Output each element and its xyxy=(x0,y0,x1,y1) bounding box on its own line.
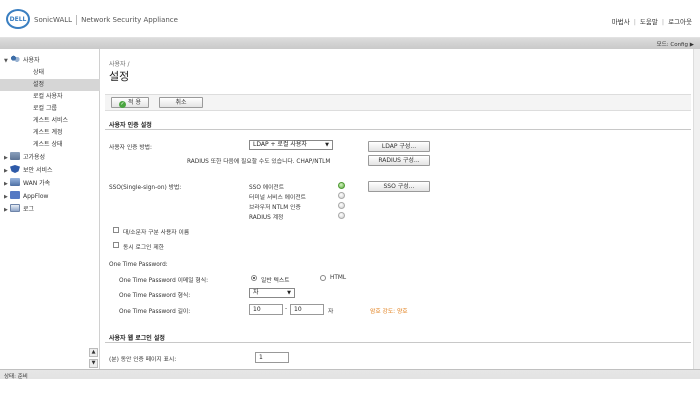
sso-config-button[interactable]: SSO 구성... xyxy=(368,181,430,192)
sidebar-item-high-availability[interactable]: ▶ 고가용성 xyxy=(0,152,100,164)
web-login-section-title: 사용자 웹 로그인 설정 xyxy=(109,335,165,342)
brand-name: SonicWALL xyxy=(34,16,73,24)
dell-logo: DELL xyxy=(6,9,30,29)
sidebar: ▼ 사용자 상태 설정 로컬 사용자 로컬 그룹 게스트 서비스 게스트 계정 게… xyxy=(0,49,100,369)
brand-divider xyxy=(76,15,78,25)
auth-section-title: 사용자 인증 설정 xyxy=(109,122,152,129)
sidebar-item-label: AppFlow xyxy=(23,193,49,200)
logout-link[interactable]: 로그아웃 xyxy=(668,18,692,26)
otp-length-label: One Time Password 길이: xyxy=(119,309,191,315)
section-divider xyxy=(105,129,691,130)
sidebar-item-settings[interactable]: 설정 xyxy=(0,79,100,91)
otp-type-select[interactable]: 자 ▼ xyxy=(249,288,295,298)
sidebar-item-guest-accounts[interactable]: 게스트 계정 xyxy=(0,127,100,139)
log-icon xyxy=(10,204,20,212)
wan-icon xyxy=(10,178,20,186)
sidebar-item-label: WAN 가속 xyxy=(23,180,51,187)
main-content: 사용자 / 설정 ✓ 적 용 취소 사용자 인증 설정 사용자 인증 방법: LD… xyxy=(101,49,693,369)
sidebar-item-guest-services[interactable]: 게스트 서비스 xyxy=(0,115,100,127)
sso-method-label: SSO(Single-sign-on) 방법: xyxy=(109,185,182,191)
case-sensitive-checkbox[interactable] xyxy=(113,227,119,233)
header: DELL SonicWALL Network Security Appliance… xyxy=(0,0,700,38)
check-icon: ✓ xyxy=(119,101,127,108)
dropdown-arrow-icon: ▼ xyxy=(325,142,329,148)
apply-label: 적 용 xyxy=(128,99,141,106)
status-strip xyxy=(0,379,700,409)
browser-ntlm-label: 브라우저 NTLM 인증 xyxy=(249,205,301,211)
sidebar-item-local-users[interactable]: 로컬 사용자 xyxy=(0,91,100,103)
sidebar-item-appflow[interactable]: ▶ AppFlow xyxy=(0,191,100,203)
sidebar-item-label: 보안 서비스 xyxy=(23,167,53,174)
sidebar-item-log[interactable]: ▶ 로그 xyxy=(0,204,100,216)
logo-text: DELL xyxy=(9,15,27,23)
ldap-config-button[interactable]: LDAP 구성... xyxy=(368,141,430,152)
terminal-agent-label: 터미널 서비스 에이전트 xyxy=(249,195,307,201)
help-link[interactable]: 도움말 xyxy=(640,18,658,26)
page-title: 설정 xyxy=(109,70,130,83)
sidebar-scroll-down-button[interactable]: ▼ xyxy=(89,359,98,368)
auth-page-duration-input[interactable]: 1 xyxy=(255,352,289,363)
sidebar-item-label: 고가용성 xyxy=(23,154,46,161)
appflow-icon xyxy=(10,191,20,199)
otp-plain-radio[interactable] xyxy=(251,275,257,281)
sso-agent-label: SSO 에이전트 xyxy=(249,185,285,191)
brand: SonicWALL Network Security Appliance xyxy=(34,15,178,25)
breadcrumb: 사용자 / xyxy=(109,61,130,68)
case-sensitive-label: 대/소문자 구분 사용자 이름 xyxy=(123,230,190,236)
otp-min-length-input[interactable]: 10 xyxy=(249,304,283,315)
status-bar: 상태: 준비 xyxy=(0,369,700,409)
sidebar-item-label: 로그 xyxy=(23,206,35,213)
dropdown-arrow-icon: ▼ xyxy=(287,290,291,296)
otp-max-length-input[interactable]: 10 xyxy=(290,304,324,315)
sidebar-item-label: 사용자 xyxy=(23,57,40,64)
otp-type-value: 자 xyxy=(253,289,259,296)
otp-html-radio[interactable] xyxy=(320,275,326,281)
mode-toggle[interactable]: 모드: Config ▶ xyxy=(657,40,694,48)
radius-config-button[interactable]: RADIUS 구성... xyxy=(368,155,430,166)
auth-page-duration-label: (분) 동안 인증 페이지 표시: xyxy=(109,357,177,363)
radius-accounting-status-icon xyxy=(338,212,345,219)
radius-note: RADIUS 또한 다음에 필요할 수도 있습니다. CHAP/NTLM xyxy=(187,159,331,165)
shield-icon xyxy=(10,165,20,173)
section-divider xyxy=(105,342,691,343)
sidebar-item-security-services[interactable]: ▶ 보안 서비스 xyxy=(0,165,100,177)
concurrent-login-label: 동시 로그인 제한 xyxy=(123,245,165,251)
auth-method-value: LDAP + 로컬 사용자 xyxy=(253,141,307,148)
header-sep: | xyxy=(661,18,665,26)
apply-button[interactable]: ✓ 적 용 xyxy=(111,97,149,108)
otp-plain-label: 일반 텍스트 xyxy=(261,278,290,284)
toolbar: ✓ 적 용 취소 xyxy=(105,94,691,111)
otp-length-dash: - xyxy=(285,306,288,312)
cancel-button[interactable]: 취소 xyxy=(159,97,203,108)
sidebar-item-wan-acceleration[interactable]: ▶ WAN 가속 xyxy=(0,178,100,190)
otp-header: One Time Password: xyxy=(109,262,168,268)
sso-agent-status-icon xyxy=(338,182,345,189)
otp-html-label: HTML xyxy=(330,275,347,281)
concurrent-login-checkbox[interactable] xyxy=(113,242,119,248)
server-icon xyxy=(10,152,20,160)
radius-accounting-label: RADIUS 계정 xyxy=(249,215,284,221)
sidebar-item-guest-status[interactable]: 게스트 상태 xyxy=(0,139,100,151)
otp-length-unit: 자 xyxy=(328,309,334,315)
chevron-right-icon: ▶ xyxy=(4,168,8,174)
header-sep: | xyxy=(633,18,636,26)
sidebar-scroll-up-button[interactable]: ▲ xyxy=(89,348,98,357)
mode-bar: 모드: Config ▶ xyxy=(0,38,700,49)
sidebar-item-status[interactable]: 상태 xyxy=(0,67,100,79)
sidebar-item-local-groups[interactable]: 로컬 그룹 xyxy=(0,103,100,115)
password-strength: 암호 강도: 양호 xyxy=(370,309,408,315)
otp-type-label: One Time Password 형식: xyxy=(119,293,191,299)
sidebar-item-users[interactable]: ▼ 사용자 xyxy=(0,55,100,67)
header-links: 마법사 | 도움말 | 로그아웃 xyxy=(612,16,692,26)
product-name: Network Security Appliance xyxy=(81,16,178,24)
auth-method-label: 사용자 인증 방법: xyxy=(109,145,152,151)
wizard-link[interactable]: 마법사 xyxy=(612,18,630,26)
auth-method-select[interactable]: LDAP + 로컬 사용자 ▼ xyxy=(249,140,333,150)
otp-format-label: One Time Password 이메일 형식: xyxy=(119,278,209,284)
users-icon xyxy=(10,55,20,63)
main-scrollbar[interactable] xyxy=(693,49,700,369)
browser-ntlm-status-icon xyxy=(338,202,345,209)
terminal-agent-status-icon xyxy=(338,192,345,199)
